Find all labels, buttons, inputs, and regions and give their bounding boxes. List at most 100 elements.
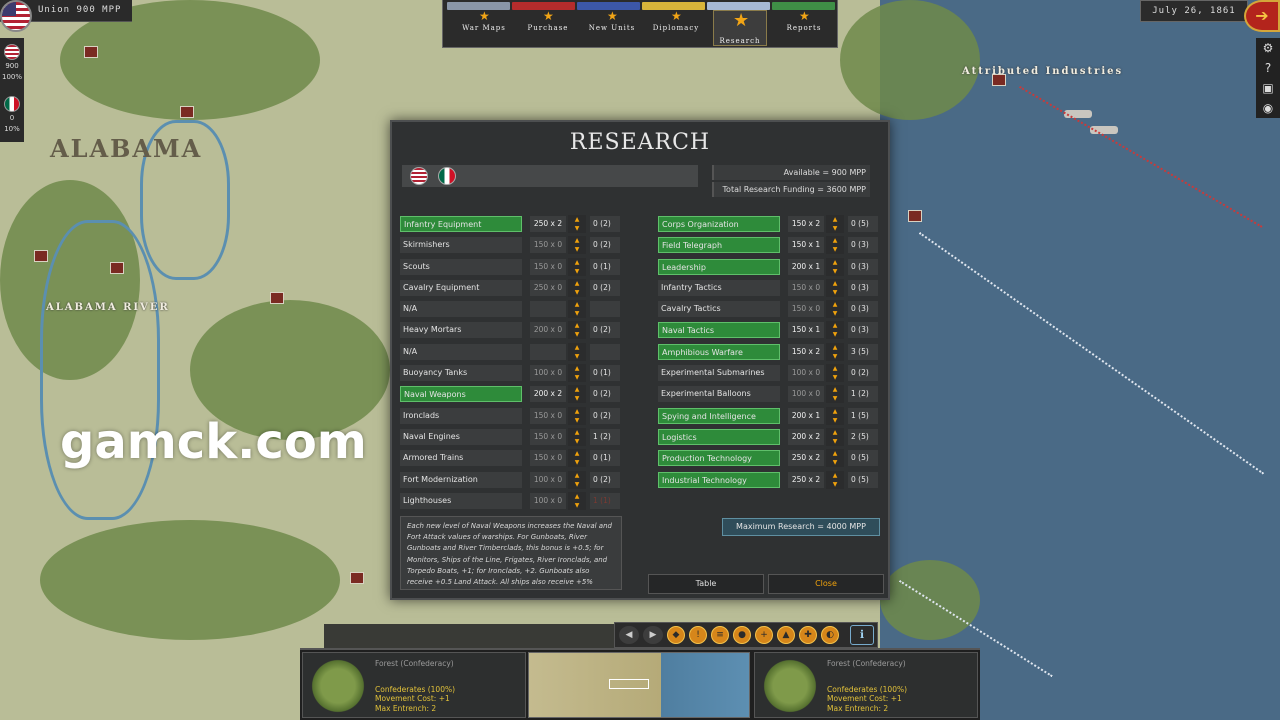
help-icon[interactable]: ? bbox=[1256, 58, 1280, 78]
research-row[interactable]: Infantry Tactics 150 x 0 ▲ ▼ 0 (3) bbox=[658, 278, 880, 299]
info-icon[interactable]: ℹ bbox=[850, 625, 874, 645]
arrow-down-icon[interactable]: ▼ bbox=[826, 330, 844, 340]
map-unit[interactable] bbox=[992, 74, 1006, 86]
research-stepper[interactable]: ▲ ▼ bbox=[568, 406, 586, 425]
arrow-down-icon[interactable]: ▼ bbox=[826, 309, 844, 319]
research-name[interactable]: Experimental Balloons bbox=[658, 386, 780, 403]
map-unit[interactable] bbox=[270, 292, 284, 304]
research-name[interactable]: Ironclads bbox=[400, 407, 522, 424]
arrow-up-icon[interactable]: ▲ bbox=[826, 449, 844, 459]
save-icon[interactable]: ▣ bbox=[1256, 78, 1280, 98]
arrow-up-icon[interactable]: ▲ bbox=[826, 364, 844, 374]
research-row[interactable]: Ironclads 150 x 0 ▲ ▼ 0 (2) bbox=[400, 406, 622, 427]
reports-button[interactable]: ★ Reports bbox=[777, 10, 831, 34]
arrow-down-icon[interactable]: ▼ bbox=[568, 266, 586, 276]
arrow-up-icon[interactable]: ▲ bbox=[568, 470, 586, 480]
mexico-flag-tab[interactable] bbox=[438, 167, 456, 185]
research-stepper[interactable]: ▲ ▼ bbox=[826, 321, 844, 340]
research-row[interactable]: Amphibious Warfare 150 x 2 ▲ ▼ 3 (5) bbox=[658, 342, 880, 363]
research-name[interactable]: Leadership bbox=[658, 258, 780, 275]
arrow-up-icon[interactable]: ▲ bbox=[826, 236, 844, 246]
research-row[interactable]: Naval Engines 150 x 0 ▲ ▼ 1 (2) bbox=[400, 427, 622, 448]
research-row[interactable]: Fort Modernization 100 x 0 ▲ ▼ 0 (2) bbox=[400, 470, 622, 491]
arrow-down-icon[interactable]: ▼ bbox=[568, 224, 586, 233]
research-row[interactable]: Spying and Intelligence 200 x 1 ▲ ▼ 1 (5) bbox=[658, 406, 880, 427]
research-name[interactable]: Lighthouses bbox=[400, 492, 522, 509]
fire-icon[interactable]: ▲ bbox=[777, 626, 795, 644]
research-row[interactable]: Industrial Technology 250 x 2 ▲ ▼ 0 (5) bbox=[658, 470, 880, 491]
research-name[interactable]: Infantry Tactics bbox=[658, 279, 780, 296]
research-name[interactable]: Infantry Equipment bbox=[400, 216, 522, 232]
research-name[interactable]: Spying and Intelligence bbox=[658, 407, 780, 424]
diplomacy-button[interactable]: ★ Diplomacy bbox=[649, 10, 703, 34]
arrow-up-icon[interactable]: ▲ bbox=[568, 257, 586, 267]
research-row[interactable]: Cavalry Equipment 250 x 0 ▲ ▼ 0 (2) bbox=[400, 278, 622, 299]
arrow-down-icon[interactable]: ▼ bbox=[826, 351, 844, 361]
arrow-down-icon[interactable]: ▼ bbox=[568, 479, 586, 489]
arrow-up-icon[interactable]: ▲ bbox=[826, 427, 844, 437]
war-maps-button[interactable]: ★ War Maps bbox=[457, 10, 511, 34]
research-stepper[interactable]: ▲ ▼ bbox=[826, 406, 844, 425]
arrow-down-icon[interactable]: ▼ bbox=[568, 309, 586, 319]
research-stepper[interactable]: ▲ ▼ bbox=[568, 491, 586, 510]
research-stepper[interactable]: ▲ ▼ bbox=[568, 342, 586, 361]
map-unit[interactable] bbox=[34, 250, 48, 262]
research-stepper[interactable]: ▲ ▼ bbox=[826, 236, 844, 255]
arrow-up-icon[interactable]: ▲ bbox=[826, 406, 844, 416]
arrow-up-icon[interactable]: ▲ bbox=[826, 342, 844, 352]
arrow-down-icon[interactable]: ▼ bbox=[826, 394, 844, 404]
fort-icon[interactable]: ◆ bbox=[667, 626, 685, 644]
research-stepper[interactable]: ▲ ▼ bbox=[826, 300, 844, 319]
research-name[interactable]: Cavalry Equipment bbox=[400, 279, 522, 296]
research-stepper[interactable]: ▲ ▼ bbox=[568, 215, 586, 233]
research-row[interactable]: Leadership 200 x 1 ▲ ▼ 0 (3) bbox=[658, 257, 880, 278]
arrow-left-icon[interactable]: ◀ bbox=[619, 626, 639, 644]
arrow-down-icon[interactable]: ▼ bbox=[826, 266, 844, 276]
arrow-down-icon[interactable]: ▼ bbox=[826, 479, 844, 489]
research-name[interactable]: Production Technology bbox=[658, 450, 780, 467]
new-units-button[interactable]: ★ New Units bbox=[585, 10, 639, 34]
arrow-up-icon[interactable]: ▲ bbox=[568, 385, 586, 395]
arrow-down-icon[interactable]: ▼ bbox=[568, 500, 586, 510]
gear-icon[interactable]: ⚙ bbox=[1256, 38, 1280, 58]
research-stepper[interactable]: ▲ ▼ bbox=[568, 321, 586, 340]
plus-icon[interactable]: + bbox=[755, 626, 773, 644]
research-stepper[interactable]: ▲ ▼ bbox=[826, 364, 844, 383]
research-row[interactable]: N/A ▲ ▼ bbox=[400, 342, 622, 363]
research-button[interactable]: ★ Research bbox=[713, 10, 767, 46]
research-row[interactable]: Scouts 150 x 0 ▲ ▼ 0 (1) bbox=[400, 257, 622, 278]
minimap-viewport[interactable] bbox=[609, 679, 649, 689]
research-name[interactable]: Fort Modernization bbox=[400, 471, 522, 488]
research-row[interactable]: Armored Trains 150 x 0 ▲ ▼ 0 (1) bbox=[400, 448, 622, 469]
research-name[interactable]: Amphibious Warfare bbox=[658, 343, 780, 360]
research-row[interactable]: Production Technology 250 x 2 ▲ ▼ 0 (5) bbox=[658, 448, 880, 469]
research-stepper[interactable]: ▲ ▼ bbox=[826, 342, 844, 361]
research-stepper[interactable]: ▲ ▼ bbox=[568, 278, 586, 297]
arrow-up-icon[interactable]: ▲ bbox=[826, 321, 844, 331]
arrow-down-icon[interactable]: ▼ bbox=[826, 373, 844, 383]
arrow-up-icon[interactable]: ▲ bbox=[568, 300, 586, 310]
arrow-right-icon[interactable]: ▶ bbox=[643, 626, 663, 644]
research-name[interactable]: Buoyancy Tanks bbox=[400, 365, 522, 382]
research-stepper[interactable]: ▲ ▼ bbox=[826, 427, 844, 446]
research-row[interactable]: Experimental Balloons 100 x 0 ▲ ▼ 1 (2) bbox=[658, 384, 880, 405]
research-row[interactable]: Lighthouses 100 x 0 ▲ ▼ 1 (1) bbox=[400, 491, 622, 512]
map-unit[interactable] bbox=[908, 210, 922, 222]
research-stepper[interactable]: ▲ ▼ bbox=[568, 385, 586, 404]
arrow-up-icon[interactable]: ▲ bbox=[568, 406, 586, 416]
research-name[interactable]: Experimental Submarines bbox=[658, 365, 780, 382]
research-name[interactable]: Armored Trains bbox=[400, 450, 522, 467]
arrow-up-icon[interactable]: ▲ bbox=[826, 257, 844, 267]
research-name[interactable]: Naval Engines bbox=[400, 428, 522, 445]
close-button[interactable]: Close bbox=[768, 574, 884, 594]
arrow-up-icon[interactable]: ▲ bbox=[826, 215, 844, 224]
arrow-down-icon[interactable]: ▼ bbox=[826, 415, 844, 425]
research-stepper[interactable]: ▲ ▼ bbox=[568, 427, 586, 446]
fire-icon[interactable]: ◐ bbox=[821, 626, 839, 644]
map-unit[interactable] bbox=[84, 46, 98, 58]
arrow-up-icon[interactable]: ▲ bbox=[568, 491, 586, 501]
settings-icon[interactable]: ◉ bbox=[1256, 98, 1280, 118]
research-stepper[interactable]: ▲ ▼ bbox=[568, 236, 586, 255]
unit-icon[interactable]: ● bbox=[733, 626, 751, 644]
purchase-button[interactable]: ★ Purchase bbox=[521, 10, 575, 34]
